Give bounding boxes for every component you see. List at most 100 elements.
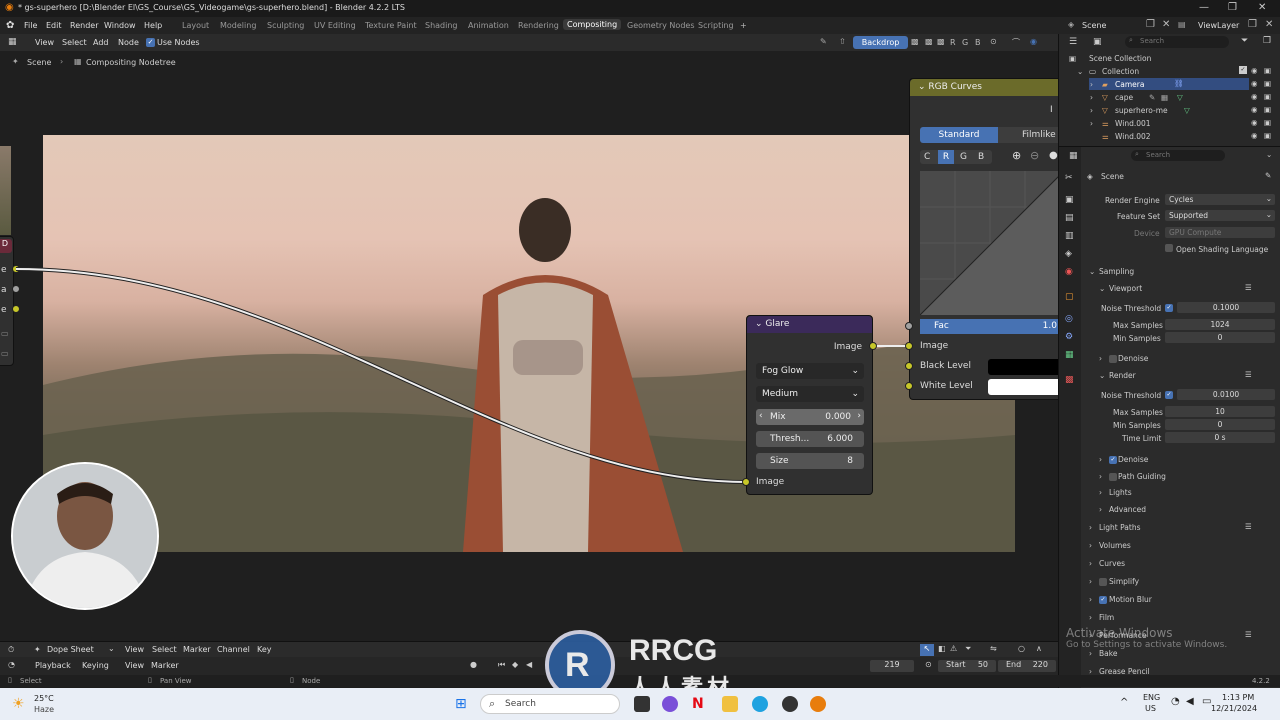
- new-view-layer-icon[interactable]: ❐: [1248, 19, 1257, 30]
- rgb-curves-header[interactable]: ⌄ RGB Curves: [910, 79, 1058, 96]
- glare-size-field[interactable]: Size 8: [756, 453, 864, 469]
- options-icon[interactable]: ⌄: [1266, 150, 1272, 159]
- glare-node-header[interactable]: ⌄ Glare: [747, 316, 872, 333]
- scene-tab-icon[interactable]: ◈: [1065, 249, 1072, 259]
- expand-icon[interactable]: ›: [1089, 523, 1092, 532]
- filter-mode-icon[interactable]: ▣: [1093, 37, 1102, 47]
- timeline-menu-keying[interactable]: Keying: [82, 661, 109, 670]
- simplify-checkbox[interactable]: [1099, 578, 1107, 586]
- expand-icon[interactable]: ›: [1099, 472, 1102, 481]
- timeline-menu-marker[interactable]: Marker: [151, 661, 179, 670]
- blender-taskbar-icon[interactable]: [810, 696, 826, 712]
- path-guiding-header[interactable]: Path Guiding: [1118, 472, 1166, 481]
- current-frame-field[interactable]: 219: [870, 660, 914, 672]
- preset-list-icon[interactable]: ☰: [1245, 283, 1252, 292]
- proportional-icon[interactable]: ○: [1018, 644, 1025, 653]
- vp-noise-threshold-field[interactable]: 0.1000: [1177, 302, 1275, 313]
- visibility-eye-icon[interactable]: ◉: [1251, 66, 1258, 75]
- vp-min-samples-field[interactable]: 0: [1165, 332, 1275, 343]
- motion-blur-checkbox[interactable]: ✓: [1099, 596, 1107, 604]
- tray-chevron-icon[interactable]: ^: [1120, 697, 1128, 708]
- tab-standard[interactable]: Standard: [920, 127, 998, 143]
- glare-mix-slider[interactable]: ‹ Mix 0.000 ›: [756, 409, 864, 425]
- bake-panel-header[interactable]: Bake: [1099, 649, 1117, 658]
- r-min-samples-field[interactable]: 0: [1165, 419, 1275, 430]
- start-frame-field[interactable]: Start 50: [938, 660, 996, 672]
- render-camera-icon[interactable]: ▣: [1264, 92, 1271, 101]
- curves-panel-header[interactable]: Curves: [1099, 559, 1125, 568]
- sampling-panel-header[interactable]: Sampling: [1099, 267, 1134, 276]
- outliner-type-icon[interactable]: ☰: [1069, 37, 1077, 47]
- feature-set-dropdown[interactable]: Supported ⌄: [1165, 210, 1275, 221]
- filter-icon[interactable]: ⏷: [1241, 36, 1248, 46]
- expand-icon[interactable]: ›: [1099, 505, 1102, 514]
- tool-tab-icon[interactable]: ✂: [1065, 173, 1073, 183]
- object-tab-icon[interactable]: ▢: [1065, 292, 1074, 302]
- r-denoise-label[interactable]: Denoise: [1118, 455, 1148, 464]
- dope-menu-view[interactable]: View: [125, 645, 144, 654]
- zoom-in-icon[interactable]: ⊕: [1012, 149, 1021, 162]
- taskbar-search-input[interactable]: ⌕ Search: [480, 694, 620, 714]
- simplify-panel-header[interactable]: Simplify: [1109, 577, 1139, 586]
- collapse-icon[interactable]: ⌄: [755, 319, 763, 329]
- r-max-samples-field[interactable]: 10: [1165, 406, 1275, 417]
- collapse-icon[interactable]: ⌄: [918, 82, 926, 92]
- end-frame-field[interactable]: End 220: [998, 660, 1056, 672]
- curve-channel-r[interactable]: R: [938, 150, 954, 164]
- glare-output-socket[interactable]: [869, 342, 877, 350]
- outliner-item-collection[interactable]: Collection: [1102, 67, 1139, 76]
- show-errors-icon[interactable]: ◧: [938, 644, 946, 653]
- volumes-panel-header[interactable]: Volumes: [1099, 541, 1131, 550]
- glare-input-socket[interactable]: [742, 478, 750, 486]
- view-layer-tab-icon[interactable]: ▥: [1065, 231, 1074, 241]
- visibility-eye-icon[interactable]: ◉: [1251, 79, 1258, 88]
- render-tab-icon[interactable]: ▣: [1065, 195, 1074, 205]
- tab-filmlike[interactable]: Filmlike: [998, 127, 1059, 143]
- render-camera-icon[interactable]: ▣: [1264, 118, 1271, 127]
- film-panel-header[interactable]: Film: [1099, 613, 1114, 622]
- r-denoise-checkbox[interactable]: ✓: [1109, 456, 1117, 464]
- dope-menu-marker[interactable]: Marker: [183, 645, 211, 654]
- filter-icon[interactable]: ⏷: [965, 644, 971, 654]
- r-noise-threshold-field[interactable]: 0.0100: [1177, 389, 1275, 400]
- expand-icon[interactable]: ›: [1099, 455, 1102, 464]
- glare-node[interactable]: ⌄ Glare Image Fog Glow ⌄ Medium ⌄ ‹ Mix …: [746, 315, 873, 495]
- dope-menu-channel[interactable]: Channel: [217, 645, 250, 654]
- dope-menu-select[interactable]: Select: [152, 645, 177, 654]
- white-level-socket[interactable]: [905, 382, 913, 390]
- glare-quality-dropdown[interactable]: Medium ⌄: [756, 386, 864, 402]
- render-camera-icon[interactable]: ▣: [1264, 105, 1271, 114]
- rgb-curves-node[interactable]: ⌄ RGB Curves I Standard Filmlike C R G B…: [909, 78, 1065, 400]
- vp-denoise-label[interactable]: Denoise: [1118, 354, 1148, 363]
- outliner-item-superhero[interactable]: superhero-me: [1115, 106, 1168, 115]
- physics-tab-icon[interactable]: ◎: [1065, 314, 1073, 324]
- render-engine-dropdown[interactable]: Cycles ⌄: [1165, 194, 1275, 205]
- dope-sheet-mode-dropdown[interactable]: Dope Sheet: [47, 645, 94, 654]
- constraints-tab-icon[interactable]: ⚙: [1065, 332, 1073, 342]
- zoom-out-icon[interactable]: ⊖: [1030, 149, 1039, 162]
- expand-icon[interactable]: ⌄: [1099, 284, 1105, 293]
- new-collection-icon[interactable]: ❐: [1263, 36, 1271, 46]
- curve-channel-g[interactable]: G: [960, 152, 967, 162]
- outliner-row-camera[interactable]: [1089, 78, 1249, 90]
- visibility-eye-icon[interactable]: ◉: [1251, 105, 1258, 114]
- scene-name[interactable]: Scene: [1082, 21, 1106, 30]
- white-level-swatch[interactable]: [988, 379, 1059, 395]
- obs-icon[interactable]: [782, 696, 798, 712]
- curve-editor[interactable]: [919, 170, 1065, 316]
- vp-denoise-checkbox[interactable]: [1109, 355, 1117, 363]
- wifi-icon[interactable]: ◔: [1171, 696, 1180, 707]
- black-level-swatch[interactable]: [988, 359, 1059, 375]
- close-icon[interactable]: ✕: [1258, 2, 1266, 13]
- outliner-item-scene-collection[interactable]: Scene Collection: [1089, 54, 1151, 63]
- clock-time[interactable]: 1:13 PM: [1222, 693, 1254, 702]
- editor-type-icon[interactable]: ⏱: [8, 645, 14, 655]
- timeline-menu-view[interactable]: View: [125, 661, 144, 670]
- r-noise-threshold-checkbox[interactable]: ✓: [1165, 391, 1173, 399]
- texture-tab-icon[interactable]: ▩: [1065, 375, 1074, 385]
- glare-threshold-field[interactable]: Thresh... 6.000: [756, 431, 864, 447]
- netflix-icon[interactable]: N: [692, 696, 708, 712]
- expand-icon[interactable]: ›: [1089, 559, 1092, 568]
- lights-subpanel-header[interactable]: Lights: [1109, 488, 1132, 497]
- delete-scene-icon[interactable]: ✕: [1162, 19, 1170, 30]
